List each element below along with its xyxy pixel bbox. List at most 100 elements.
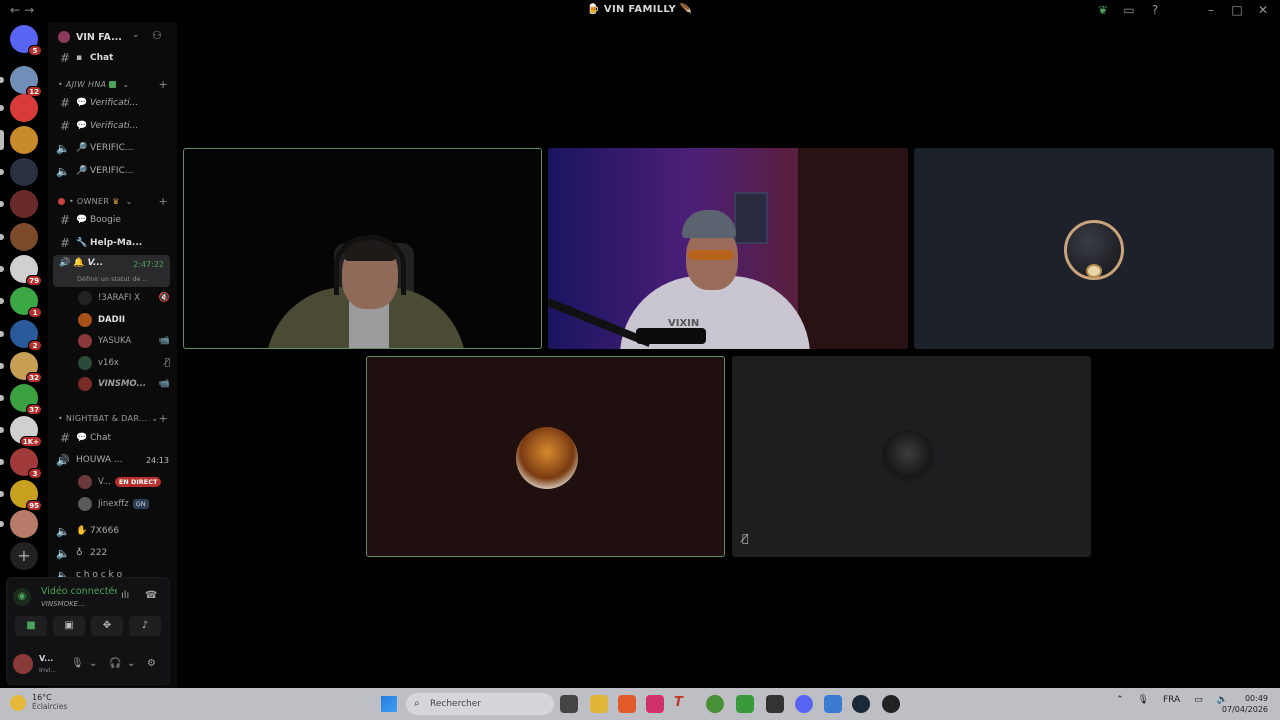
activities-button[interactable]: ✥ bbox=[91, 616, 123, 636]
channel-7x666[interactable]: 🔈 ✋ 7X666 bbox=[48, 521, 177, 541]
voice-user[interactable]: YASUKA 📹 bbox=[78, 331, 170, 351]
minimize-icon[interactable]: – bbox=[1204, 3, 1218, 17]
channel-nb-chat[interactable]: # 💬 Chat bbox=[48, 428, 177, 448]
server-icon-server-13[interactable]: 3 bbox=[0, 448, 42, 479]
sound-wave-icon[interactable]: ılı bbox=[121, 590, 129, 601]
category-owner[interactable]: • OWNER ♛ ⌄ + bbox=[58, 194, 168, 208]
channel-verif-4[interactable]: 🔈 🔎 VERIFIC... bbox=[48, 161, 177, 181]
headphones-icon[interactable]: 🎧 bbox=[109, 658, 121, 669]
weather-widget[interactable]: 16°C Éclaircies bbox=[10, 693, 67, 711]
voice-user[interactable]: Jinexffz GN bbox=[78, 494, 170, 514]
app-icon[interactable] bbox=[766, 695, 784, 713]
soundboard-button[interactable]: ♪ bbox=[129, 616, 161, 636]
live-badge: EN DIRECT bbox=[114, 477, 162, 487]
camera-button[interactable]: ■ bbox=[15, 616, 47, 636]
hash-icon: # bbox=[59, 213, 70, 227]
notepad-icon[interactable] bbox=[824, 695, 842, 713]
avatar[interactable] bbox=[13, 654, 33, 674]
category-nightbat[interactable]: • NIGHTBAT & DAR... ⌄ + bbox=[58, 411, 168, 425]
file-explorer-icon[interactable] bbox=[590, 695, 608, 713]
maximize-icon[interactable]: □ bbox=[1230, 3, 1244, 17]
gear-icon[interactable]: ⚙ bbox=[147, 658, 156, 669]
brave-icon[interactable] bbox=[618, 695, 636, 713]
server-icon-server-2[interactable] bbox=[0, 94, 38, 122]
mention-badge: 95 bbox=[26, 500, 42, 511]
chevron-down-icon[interactable]: ⌄ bbox=[89, 658, 97, 669]
windows-start-icon[interactable] bbox=[381, 696, 397, 712]
channel-houwa[interactable]: 🔊 HOUWA ... 24:13 bbox=[48, 450, 177, 470]
voice-user-name: DADII bbox=[98, 314, 126, 325]
channel-verif-3[interactable]: 🔈 🔎 VERIFIC... bbox=[48, 138, 177, 158]
chevron-up-icon[interactable]: ⌃ bbox=[1116, 695, 1124, 705]
channel-help[interactable]: # 🔧 Help-Ma... bbox=[48, 233, 177, 253]
video-tile-3[interactable] bbox=[914, 148, 1274, 349]
server-icon-server-9[interactable]: 2 bbox=[0, 320, 42, 351]
add-channel-icon[interactable]: + bbox=[158, 195, 168, 208]
clock[interactable]: 00:49 07/04/2026 bbox=[1222, 693, 1268, 715]
disconnect-icon[interactable]: ☎ bbox=[145, 590, 157, 601]
voice-user[interactable]: VINSMO... 📹 bbox=[78, 374, 170, 394]
server-icon-server-12[interactable]: 1K+ bbox=[0, 416, 42, 447]
screen-share-button[interactable]: ▣ bbox=[53, 616, 85, 636]
server-icon-server-7[interactable]: 79 bbox=[0, 255, 42, 286]
invite-people-icon[interactable]: ⚇ bbox=[152, 29, 162, 42]
video-tile-1[interactable] bbox=[183, 148, 542, 349]
voice-user[interactable]: v16x 🎙̸ bbox=[78, 353, 170, 373]
channel-chat-top[interactable]: # ▪ Chat bbox=[48, 48, 177, 68]
help-icon[interactable]: ? bbox=[1148, 3, 1162, 17]
channel-222[interactable]: 🔈 ♁ 222 bbox=[48, 543, 177, 563]
microphone-icon[interactable]: 🎙 bbox=[1138, 695, 1149, 705]
server-icon-server-11[interactable]: 37 bbox=[0, 384, 42, 415]
steam-icon[interactable] bbox=[852, 695, 870, 713]
video-tile-5[interactable]: 🎙̸ bbox=[732, 356, 1091, 557]
taskbar-search[interactable]: ⌕ Rechercher bbox=[406, 693, 554, 715]
unread-indicator bbox=[0, 395, 4, 401]
chevron-down-icon[interactable]: ⌄ bbox=[132, 30, 140, 40]
server-icon-server-15[interactable] bbox=[0, 510, 38, 538]
voice-user[interactable]: DADII bbox=[78, 310, 170, 330]
task-view-icon[interactable] bbox=[560, 695, 578, 713]
mention-badge: 79 bbox=[26, 275, 42, 286]
tiktok-icon[interactable] bbox=[646, 695, 664, 713]
server-icon-server-10[interactable]: 32 bbox=[0, 352, 42, 383]
signal-icon[interactable]: ◉ bbox=[13, 588, 31, 606]
video-tile-2[interactable]: VIXIN bbox=[548, 148, 908, 349]
voice-user[interactable]: !3ARAFI X 🔇 bbox=[78, 288, 170, 308]
muted-mic-icon: 🎙̸ bbox=[742, 532, 749, 545]
chrome-icon[interactable] bbox=[706, 695, 724, 713]
discord-icon[interactable] bbox=[795, 695, 813, 713]
server-icon-server-14[interactable]: 95 bbox=[0, 480, 42, 511]
server-icon-server-1[interactable]: 12 bbox=[0, 66, 42, 97]
leaf-icon[interactable]: ❦ bbox=[1096, 3, 1110, 17]
server-icon-server-6[interactable] bbox=[0, 223, 38, 251]
active-voice-channel[interactable]: 🔊 🔔 V... 2:47:22 Définir un statut de ..… bbox=[53, 255, 170, 287]
chevron-down-icon[interactable]: ⌄ bbox=[127, 658, 135, 669]
video-tile-4[interactable] bbox=[366, 356, 725, 557]
server-icon-server-4[interactable] bbox=[0, 158, 38, 186]
speaker-icon: 🔊 bbox=[59, 258, 71, 268]
language-indicator[interactable]: FRA bbox=[1163, 695, 1180, 705]
inbox-icon[interactable]: ▭ bbox=[1122, 3, 1136, 17]
voice-user[interactable]: V... EN DIRECT bbox=[78, 472, 170, 492]
channel-boogie[interactable]: # 💬 Boogie bbox=[48, 210, 177, 230]
set-status-link[interactable]: Définir un statut de ... bbox=[77, 275, 149, 283]
channel-verif-2[interactable]: # 💬 Verificati... bbox=[48, 116, 177, 136]
microphone-icon[interactable]: 🎙 bbox=[71, 658, 84, 669]
channel-verif-1[interactable]: # 💬 Verificati... bbox=[48, 93, 177, 113]
server-icon-server-3[interactable] bbox=[0, 126, 38, 154]
cap bbox=[682, 210, 736, 238]
server-icon-server-8[interactable]: 1 bbox=[0, 287, 42, 318]
obs-icon[interactable] bbox=[882, 695, 900, 713]
category-ajiw[interactable]: • AJIW HNA ⌄ + bbox=[58, 77, 168, 91]
text-app-icon[interactable]: T bbox=[674, 695, 692, 713]
voice-channel-link[interactable]: VINSMOKE... bbox=[41, 600, 85, 608]
server-icon-server-5[interactable] bbox=[0, 190, 38, 218]
app-icon[interactable] bbox=[736, 695, 754, 713]
network-icon[interactable]: ▭ bbox=[1194, 695, 1203, 705]
close-icon[interactable]: ✕ bbox=[1256, 3, 1270, 17]
add-server-button[interactable]: + bbox=[10, 542, 38, 570]
add-channel-icon[interactable]: + bbox=[158, 412, 168, 425]
add-channel-icon[interactable]: + bbox=[158, 78, 168, 91]
speaker-icon: 🔈 bbox=[56, 141, 70, 155]
server-icon-discord-home[interactable]: 5 bbox=[10, 25, 42, 56]
